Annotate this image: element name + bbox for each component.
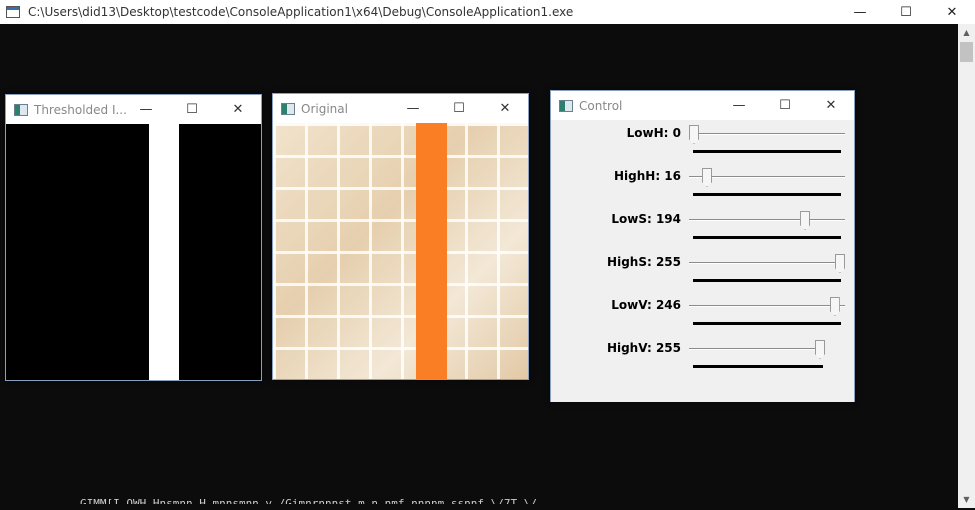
maximize-icon: ☐ bbox=[453, 101, 465, 116]
minimize-icon: — bbox=[853, 4, 867, 20]
trackbar-track[interactable] bbox=[689, 133, 845, 135]
orange-stripe bbox=[416, 123, 447, 379]
trackbar-highs[interactable]: HighS: 255 bbox=[551, 251, 854, 294]
trackbar-highv[interactable]: HighV: 255 bbox=[551, 337, 854, 380]
maximize-button[interactable]: ☐ bbox=[883, 0, 929, 24]
scroll-thumb[interactable] bbox=[960, 42, 973, 62]
close-button[interactable]: ✕ bbox=[482, 94, 528, 123]
minimize-button[interactable]: — bbox=[716, 91, 762, 120]
trackbar-track[interactable] bbox=[689, 176, 845, 178]
close-icon: ✕ bbox=[499, 101, 511, 116]
trackbar-value-bar bbox=[693, 236, 841, 239]
original-title: Original bbox=[301, 101, 348, 116]
trackbar-lows[interactable]: LowS: 194 bbox=[551, 208, 854, 251]
console-output-text: GIMM[I OWH Hnsmnn H mnnsmnn v /Gimnrnnns… bbox=[80, 497, 537, 510]
maximize-button[interactable]: ☐ bbox=[762, 91, 808, 120]
original-window[interactable]: Original — ☐ ✕ bbox=[272, 93, 529, 380]
trackbar-value-bar bbox=[693, 279, 841, 282]
console-app-icon bbox=[6, 6, 20, 18]
trackbar-thumb[interactable] bbox=[835, 254, 845, 273]
vertical-scrollbar[interactable]: ▲ ▼ bbox=[958, 24, 975, 508]
trackbar-thumb[interactable] bbox=[702, 168, 713, 187]
trackbar-thumb[interactable] bbox=[689, 125, 699, 144]
trackbar-value-bar bbox=[693, 365, 823, 368]
maximize-icon: ☐ bbox=[186, 102, 198, 117]
control-titlebar[interactable]: Control — ☐ ✕ bbox=[551, 91, 854, 120]
trackbar-track[interactable] bbox=[689, 262, 845, 264]
original-titlebar[interactable]: Original — ☐ ✕ bbox=[273, 94, 528, 123]
trackbar-label: LowV: 246 bbox=[611, 298, 681, 312]
minimize-button[interactable]: — bbox=[837, 0, 883, 24]
console-titlebar: C:\Users\did13\Desktop\testcode\ConsoleA… bbox=[0, 0, 975, 24]
trackbar-lowv[interactable]: LowV: 246 bbox=[551, 294, 854, 337]
close-button[interactable]: ✕ bbox=[215, 95, 261, 124]
maximize-button[interactable]: ☐ bbox=[436, 94, 482, 123]
minimize-button[interactable]: — bbox=[123, 95, 169, 124]
minimize-icon: — bbox=[406, 101, 420, 116]
trackbar-track[interactable] bbox=[689, 348, 825, 350]
close-button[interactable]: ✕ bbox=[929, 0, 975, 24]
trackbar-lowh[interactable]: LowH: 0 bbox=[551, 122, 854, 165]
thresholded-titlebar[interactable]: Thresholded I... — ☐ ✕ bbox=[6, 95, 261, 124]
scroll-up-arrow-icon[interactable]: ▲ bbox=[958, 24, 975, 41]
control-panel: LowH: 0 HighH: 16 LowS: 194 HighS: 255 L… bbox=[551, 120, 854, 402]
trackbar-value-bar bbox=[693, 322, 841, 325]
close-icon: ✕ bbox=[825, 98, 837, 113]
trackbar-label: LowS: 194 bbox=[611, 212, 681, 226]
console-title: C:\Users\did13\Desktop\testcode\ConsoleA… bbox=[28, 5, 574, 19]
trackbar-track[interactable] bbox=[689, 305, 845, 307]
scroll-down-arrow-icon[interactable]: ▼ bbox=[958, 491, 975, 508]
thresholded-title: Thresholded I... bbox=[34, 102, 127, 117]
maximize-icon: ☐ bbox=[779, 98, 791, 113]
trackbar-label: HighV: 255 bbox=[606, 341, 681, 355]
trackbar-highh[interactable]: HighH: 16 bbox=[551, 165, 854, 208]
minimize-icon: — bbox=[139, 102, 153, 117]
trackbar-thumb[interactable] bbox=[829, 297, 840, 316]
window-app-icon bbox=[281, 102, 295, 115]
close-icon: ✕ bbox=[232, 102, 244, 117]
original-tile-image bbox=[273, 123, 528, 379]
maximize-button[interactable]: ☐ bbox=[169, 95, 215, 124]
control-window[interactable]: Control — ☐ ✕ LowH: 0 HighH: 16 LowS: 19… bbox=[550, 90, 855, 402]
trackbar-label: HighH: 16 bbox=[613, 169, 681, 183]
trackbar-track[interactable] bbox=[689, 219, 845, 221]
trackbar-label: HighS: 255 bbox=[607, 255, 681, 269]
window-app-icon bbox=[14, 103, 28, 116]
thresholded-image bbox=[6, 124, 261, 380]
trackbar-value-bar bbox=[693, 193, 841, 196]
trackbar-thumb[interactable] bbox=[815, 340, 825, 359]
thresholded-window[interactable]: Thresholded I... — ☐ ✕ bbox=[5, 94, 262, 381]
maximize-icon: ☐ bbox=[900, 4, 912, 20]
close-button[interactable]: ✕ bbox=[808, 91, 854, 120]
trackbar-label: LowH: 0 bbox=[626, 126, 681, 140]
minimize-icon: — bbox=[732, 98, 746, 113]
trackbar-value-bar bbox=[693, 150, 841, 153]
minimize-button[interactable]: — bbox=[390, 94, 436, 123]
threshold-white-stripe bbox=[149, 124, 179, 380]
trackbar-thumb[interactable] bbox=[800, 211, 811, 230]
control-title: Control bbox=[579, 98, 623, 113]
window-app-icon bbox=[559, 99, 573, 112]
close-icon: ✕ bbox=[946, 4, 958, 20]
